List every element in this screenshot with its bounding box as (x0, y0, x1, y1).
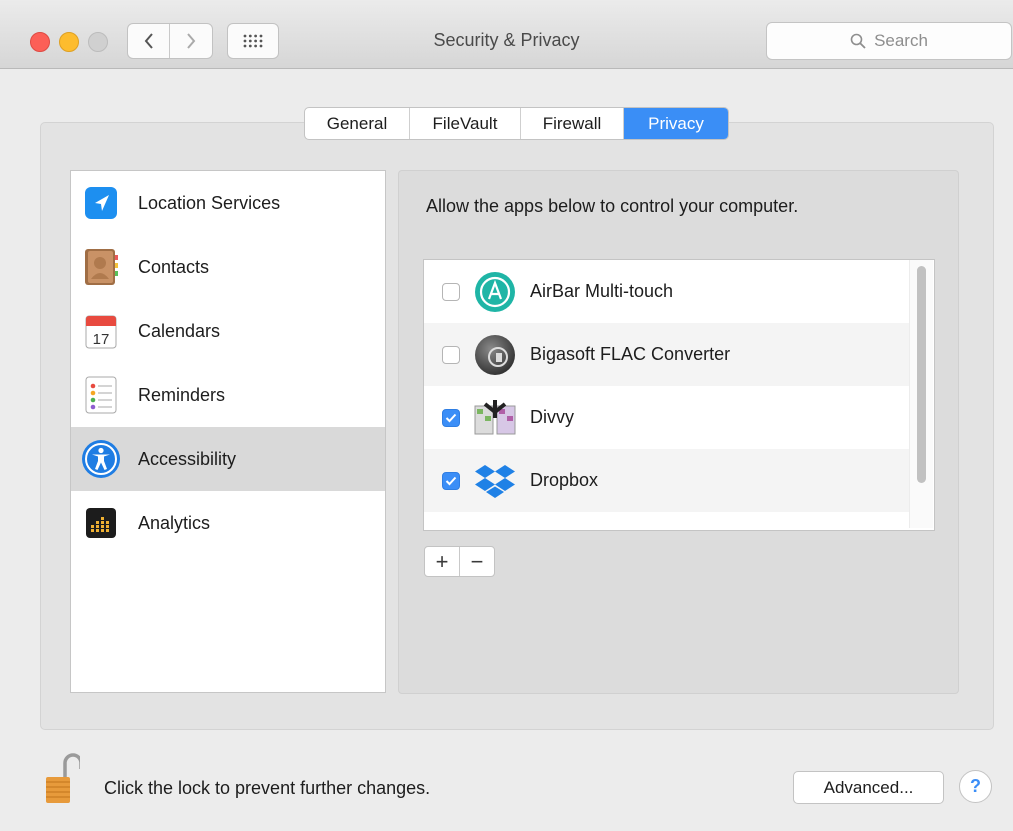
location-services-icon (81, 183, 121, 223)
remove-app-button[interactable]: − (460, 547, 494, 576)
title-bar: Security & Privacy Search (0, 0, 1013, 69)
category-label: Location Services (138, 192, 281, 213)
privacy-category-list: Location Services Contacts 17 Calendars … (70, 170, 386, 693)
reminders-icon (81, 375, 121, 415)
bigasoft-icon (473, 333, 517, 377)
category-label: Analytics (138, 512, 211, 533)
search-icon (850, 33, 866, 49)
category-accessibility[interactable]: Accessibility (71, 427, 385, 491)
tab-general[interactable]: General (305, 108, 410, 139)
search-field[interactable]: Search (766, 22, 1012, 60)
app-name: AirBar Multi-touch (530, 281, 674, 301)
category-analytics[interactable]: Analytics (71, 491, 385, 555)
analytics-icon (81, 503, 121, 543)
app-list: AirBar Multi-touch Bigasoft FLAC Convert… (423, 259, 935, 531)
app-row-divvy: Divvy (424, 386, 910, 449)
divvy-icon (473, 396, 517, 440)
tab-filevault[interactable]: FileVault (410, 108, 521, 139)
accessibility-icon (81, 439, 121, 479)
category-calendars[interactable]: 17 Calendars (71, 299, 385, 363)
app-checkbox[interactable] (442, 471, 460, 490)
app-row-dropbox: Dropbox (424, 449, 910, 512)
app-row-partial (424, 512, 910, 531)
airbar-icon (473, 270, 517, 314)
lock-status-text: Click the lock to prevent further change… (104, 778, 431, 798)
app-row-airbar: AirBar Multi-touch (424, 260, 910, 323)
contacts-icon (81, 247, 121, 287)
app-name: Bigasoft FLAC Converter (530, 344, 731, 364)
category-label: Contacts (138, 256, 210, 277)
tab-bar: General FileVault Firewall Privacy (304, 107, 729, 140)
app-name: Dropbox (530, 470, 599, 490)
checkmark-icon (445, 413, 457, 422)
app-checkbox[interactable] (442, 282, 460, 301)
search-placeholder: Search (874, 31, 928, 50)
checkmark-icon (445, 476, 457, 485)
app-checkbox[interactable] (442, 408, 460, 427)
advanced-button[interactable]: Advanced... (793, 771, 944, 804)
app-row-bigasoft: Bigasoft FLAC Converter (424, 323, 910, 386)
app-checkbox[interactable] (442, 345, 460, 364)
lock-icon[interactable] (44, 753, 83, 805)
add-app-button[interactable]: + (425, 547, 460, 576)
svg-text:17: 17 (93, 331, 110, 348)
category-label: Accessibility (138, 448, 237, 469)
app-name: Divvy (530, 407, 574, 427)
app-list-scrollbar-thumb[interactable] (917, 266, 926, 483)
category-contacts[interactable]: Contacts (71, 235, 385, 299)
category-label: Reminders (138, 384, 226, 405)
tab-firewall[interactable]: Firewall (521, 108, 624, 139)
calendars-icon: 17 (81, 311, 121, 351)
tab-privacy[interactable]: Privacy (624, 108, 728, 139)
help-button[interactable]: ? (959, 770, 992, 803)
accessibility-description: Allow the apps below to control your com… (426, 196, 799, 216)
partial-app-icon (473, 522, 517, 531)
category-location-services[interactable]: Location Services (71, 171, 385, 235)
category-reminders[interactable]: Reminders (71, 363, 385, 427)
category-label: Calendars (138, 320, 221, 341)
add-remove-buttons: + − (424, 546, 495, 577)
dropbox-icon (473, 459, 517, 503)
